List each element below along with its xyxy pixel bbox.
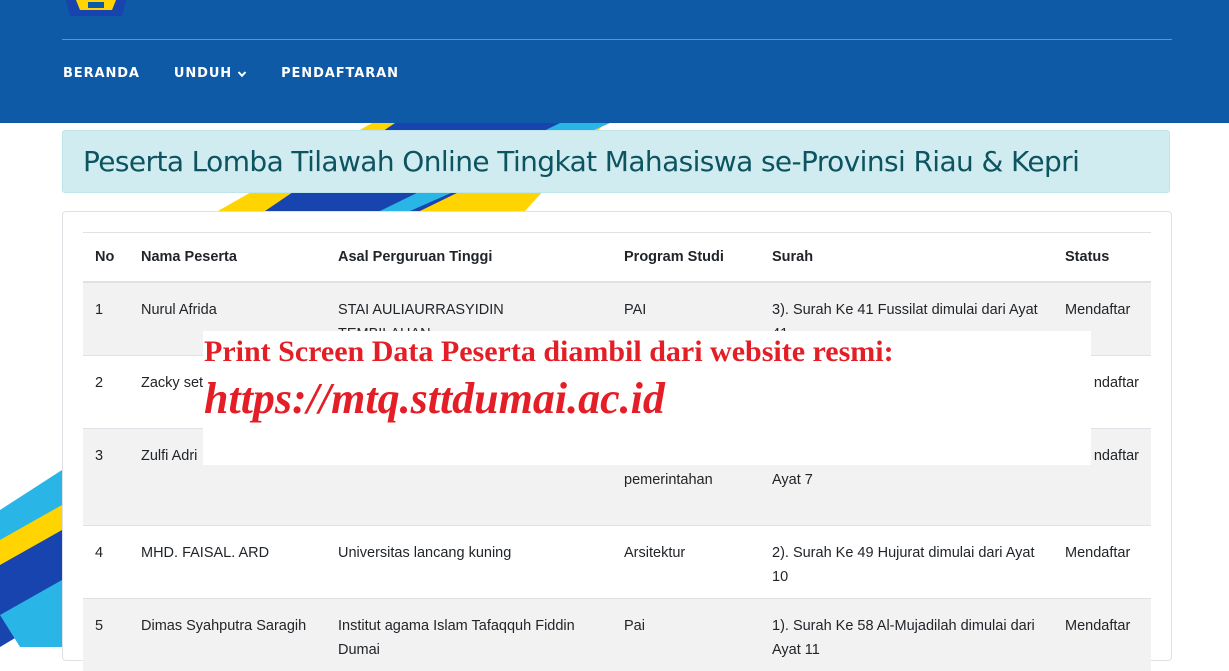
- nav-item-pendaftaran[interactable]: PENDAFTARAN: [281, 66, 399, 81]
- cell-asal: Institut agama Islam Tafaqquh Fiddin Dum…: [326, 599, 612, 671]
- column-header-nama[interactable]: Nama Peserta: [129, 233, 326, 283]
- nav-item-unduh-label: UNDUH: [174, 66, 232, 81]
- cell-no: 2: [83, 356, 129, 429]
- overlay-caption: Print Screen Data Peserta diambil dari w…: [204, 335, 894, 369]
- chevron-down-icon: [237, 69, 247, 79]
- cell-prodi: Pai: [612, 599, 760, 671]
- cell-prodi: Arsitektur: [612, 526, 760, 599]
- cell-no: 3: [83, 429, 129, 526]
- nav-item-unduh[interactable]: UNDUH: [174, 66, 247, 81]
- column-header-no[interactable]: No: [83, 233, 129, 283]
- page-title-alert: Peserta Lomba Tilawah Online Tingkat Mah…: [62, 130, 1170, 193]
- cell-surah: 2). Surah Ke 49 Hujurat dimulai dari Aya…: [760, 526, 1053, 599]
- logo-icon[interactable]: [64, 0, 128, 18]
- cell-nama: MHD. FAISAL. ARD: [129, 526, 326, 599]
- overlay-url: https://mtq.sttdumai.ac.id: [204, 373, 665, 424]
- cell-no: 1: [83, 282, 129, 356]
- column-header-prodi[interactable]: Program Studi: [612, 233, 760, 283]
- site-header: BERANDA UNDUH PENDAFTARAN: [0, 0, 1229, 123]
- cell-no: 4: [83, 526, 129, 599]
- watermark-overlay: Print Screen Data Peserta diambil dari w…: [203, 331, 1091, 465]
- cell-status: Mendaftar: [1053, 599, 1151, 671]
- column-header-asal[interactable]: Asal Perguruan Tinggi: [326, 233, 612, 283]
- column-header-status[interactable]: Status: [1053, 233, 1151, 283]
- header-divider: [62, 39, 1172, 40]
- cell-status: Mendaftar: [1053, 526, 1151, 599]
- table-header-row: No Nama Peserta Asal Perguruan Tinggi Pr…: [83, 233, 1151, 283]
- main-nav: BERANDA UNDUH PENDAFTARAN: [63, 66, 433, 81]
- cell-asal: Universitas lancang kuning: [326, 526, 612, 599]
- nav-item-beranda[interactable]: BERANDA: [63, 66, 140, 81]
- table-row: 5 Dimas Syahputra Saragih Institut agama…: [83, 599, 1151, 671]
- column-header-surah[interactable]: Surah: [760, 233, 1053, 283]
- cell-nama: Dimas Syahputra Saragih: [129, 599, 326, 671]
- cell-surah: 1). Surah Ke 58 Al-Mujadilah dimulai dar…: [760, 599, 1053, 671]
- page-title: Peserta Lomba Tilawah Online Tingkat Mah…: [83, 145, 1079, 178]
- cell-no: 5: [83, 599, 129, 671]
- table-row: 4 MHD. FAISAL. ARD Universitas lancang k…: [83, 526, 1151, 599]
